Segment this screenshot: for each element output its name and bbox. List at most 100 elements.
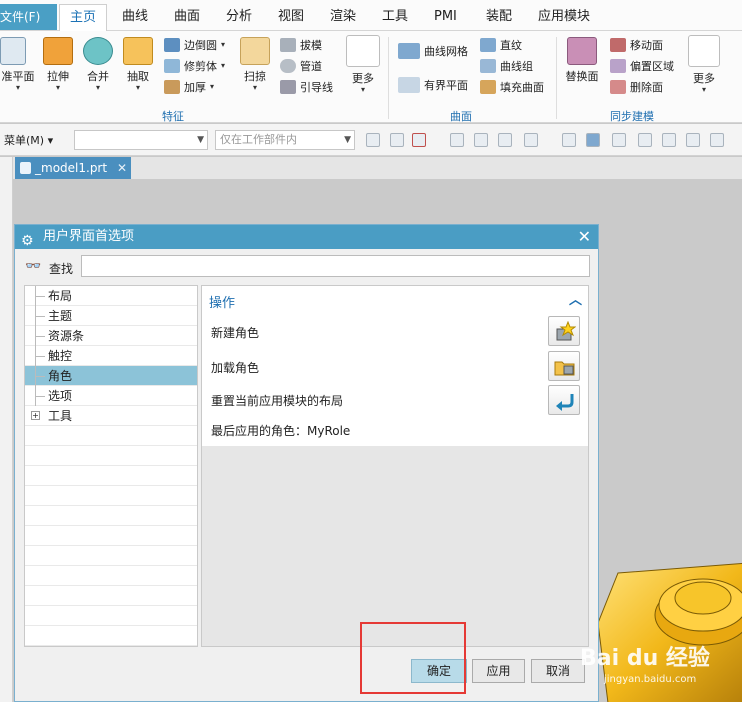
ribbon: 准平面 ▾ 拉伸 ▾ 合并 ▾ 抽取 ▾ 边倒圆 ▾ 修剪体 ▾ 加厚 ▾ 扫掠 ▾ 拔模 管道… (0, 31, 742, 123)
scope-combo[interactable]: 仅在工作部件内 ▼ (215, 130, 355, 150)
guide-line-button[interactable]: 引导线 (280, 77, 333, 97)
tree-item-role[interactable]: 角色 (25, 366, 197, 386)
chevron-up-icon[interactable]: ︿ (569, 289, 582, 308)
box-select-icon[interactable] (524, 133, 538, 147)
tab-curve[interactable]: 曲线 (112, 4, 158, 31)
datum-plane-button[interactable]: 准平面 ▾ (0, 37, 36, 92)
dialog-title-bar: ⚙ 用户界面首选项 ✕ (15, 225, 598, 249)
solid-filter-icon[interactable] (562, 133, 576, 147)
tree-empty-row (25, 446, 197, 466)
chevron-down-icon: ▼ (344, 135, 351, 145)
tab-analysis[interactable]: 分析 (216, 4, 262, 31)
tree-empty-row (25, 546, 197, 566)
file-menu[interactable]: 文件(F) (0, 4, 57, 30)
thicken-button[interactable]: 加厚 ▾ (164, 77, 214, 97)
bounded-plane-button[interactable]: 有界平面 (398, 75, 468, 95)
tube-button[interactable]: 管道 (280, 56, 322, 76)
replace-face-icon (567, 37, 597, 65)
highlight-box (360, 622, 466, 694)
extrude-icon (43, 37, 73, 65)
search-input[interactable] (81, 255, 590, 277)
gear-icon: ⚙ (21, 233, 34, 249)
mesh-surface-button[interactable]: 曲线网格 (398, 41, 468, 61)
sweep-button[interactable]: 扫掠 ▾ (236, 37, 274, 92)
operations-section: 操作 ︿ 新建角色 加载角色 重置当前应用模块的布局 最后应用的角色：MyRol… (202, 286, 588, 446)
reset-layout-label: 重置当前应用模块的布局 (211, 394, 344, 408)
close-icon[interactable]: ✕ (117, 157, 127, 179)
line-filter-icon[interactable] (638, 133, 652, 147)
tree-item-options[interactable]: 选项 (25, 386, 197, 406)
body-filter-icon[interactable] (586, 133, 600, 147)
load-role-button[interactable] (548, 351, 580, 381)
watermark-url: jingyan.baidu.com (604, 674, 697, 685)
selection-toolbar: 菜单(M) ▾ ▼ 仅在工作部件内 ▼ (0, 124, 742, 156)
tab-tools[interactable]: 工具 (372, 4, 418, 31)
trim-body-button[interactable]: 修剪体 ▾ (164, 56, 225, 76)
more-sync-button[interactable]: 更多 ▾ (686, 35, 722, 94)
point-filter-icon[interactable] (612, 133, 626, 147)
ribbon-separator (388, 37, 389, 119)
tree-item-layout[interactable]: 布局 (25, 286, 197, 306)
tree-item-theme[interactable]: 主题 (25, 306, 197, 326)
tab-render[interactable]: 渲染 (320, 4, 366, 31)
tree-item-tools[interactable]: + 工具 (25, 406, 197, 426)
tab-home[interactable]: 主页 (59, 4, 108, 31)
type-filter-combo[interactable]: ▼ (74, 130, 208, 150)
move-face-button[interactable]: 移动面 (610, 35, 663, 55)
delete-face-button[interactable]: 删除面 (610, 77, 663, 97)
new-role-button[interactable] (548, 316, 580, 346)
delete-face-icon (610, 80, 626, 94)
tree-empty-row (25, 486, 197, 506)
arc-filter-icon[interactable] (710, 133, 724, 147)
more-feature-button[interactable]: 更多 ▾ (344, 35, 382, 94)
snap-icon[interactable] (366, 133, 380, 147)
tree-item-touch[interactable]: 触控 (25, 346, 197, 366)
tab-view[interactable]: 视图 (268, 4, 314, 31)
tab-app-modules[interactable]: 应用模块 (528, 4, 600, 31)
resource-bar (0, 157, 13, 702)
cancel-button[interactable]: 取消 (531, 659, 585, 683)
file-tab-model1[interactable]: _model1.prt ✕ (15, 157, 131, 179)
extract-button[interactable]: 抽取 ▾ (120, 37, 156, 92)
snap-point-icon[interactable] (450, 133, 464, 147)
tab-pmi[interactable]: PMI (424, 4, 467, 31)
close-icon[interactable]: ✕ (578, 225, 591, 249)
edge-blend-icon (164, 38, 180, 52)
expand-icon[interactable]: + (31, 411, 40, 420)
curve-group-button[interactable]: 曲线组 (480, 56, 533, 76)
category-tree: 布局 主题 资源条 触控 角色 选项 + 工具 (24, 285, 198, 647)
spline-filter-icon[interactable] (686, 133, 700, 147)
filter-icon[interactable] (412, 133, 426, 147)
replace-face-button[interactable]: 替换面 (562, 37, 602, 84)
offset-region-icon (610, 59, 626, 73)
load-role-label: 加载角色 (211, 361, 260, 375)
tree-empty-row (25, 586, 197, 606)
tree-empty-row (25, 466, 197, 486)
unite-icon (83, 37, 113, 65)
curve-group-icon (480, 59, 496, 73)
ruled-button[interactable]: 直纹 (480, 35, 522, 55)
select-icon[interactable] (390, 133, 404, 147)
unite-button[interactable]: 合并 ▾ (80, 37, 116, 92)
tree-empty-row (25, 526, 197, 546)
extrude-button[interactable]: 拉伸 ▾ (40, 37, 76, 92)
apply-button[interactable]: 应用 (472, 659, 525, 683)
menu-dropdown[interactable]: 菜单(M) ▾ (4, 132, 53, 148)
new-role-label: 新建角色 (211, 326, 260, 340)
snap-endpoint-icon[interactable] (474, 133, 488, 147)
group-feature-label: 特征 (162, 110, 184, 123)
part-file-icon (20, 162, 31, 174)
draft-icon (280, 38, 296, 52)
tab-assembly[interactable]: 装配 (476, 4, 522, 31)
tab-surface[interactable]: 曲面 (164, 4, 210, 31)
tree-empty-row (25, 606, 197, 626)
fill-surface-button[interactable]: 填充曲面 (480, 77, 544, 97)
baidu-watermark: Bai du 经验 (580, 646, 710, 671)
reset-layout-button[interactable] (548, 385, 580, 415)
offset-region-button[interactable]: 偏置区域 (610, 56, 674, 76)
tree-item-resource-bar[interactable]: 资源条 (25, 326, 197, 346)
edge-blend-button[interactable]: 边倒圆 ▾ (164, 35, 225, 55)
draft-button[interactable]: 拔模 (280, 35, 322, 55)
snap-midpoint-icon[interactable] (498, 133, 512, 147)
curve-filter-icon[interactable] (662, 133, 676, 147)
